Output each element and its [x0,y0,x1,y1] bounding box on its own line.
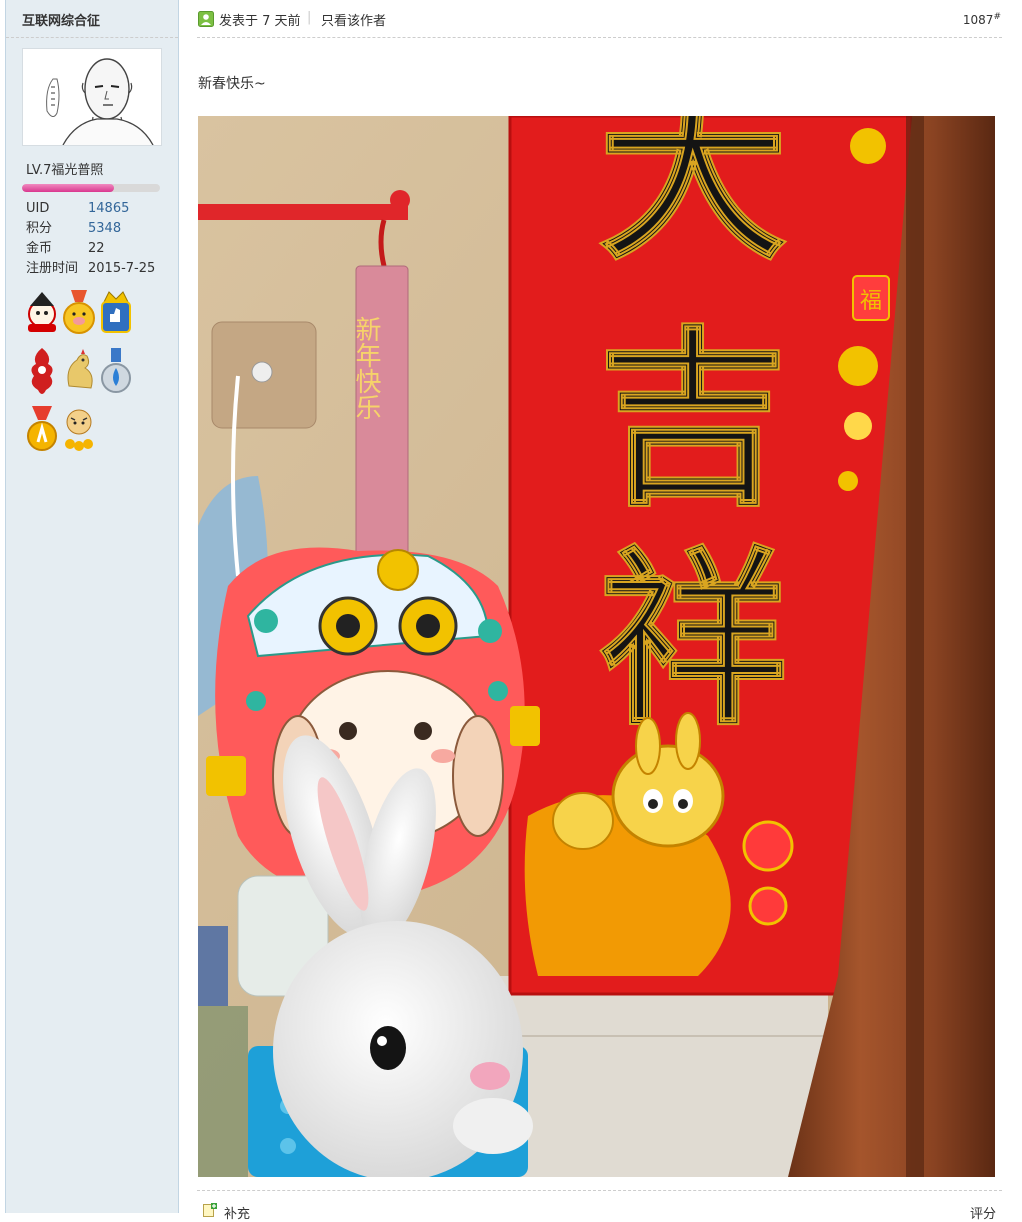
author-stats: UID 14865 积分 5348 金币 22 注册时间 2015-7-25 [26,199,176,279]
floor-mark: # [993,12,1001,22]
golden-pig-medal-icon[interactable] [61,288,97,340]
new-year-rabbit-photo: 大 吉 祥 福 新年快乐 [198,116,995,1177]
crown-like-medal-icon[interactable] [98,288,134,340]
floor-number[interactable]: 1087# [963,12,1001,27]
floor-number-value: 1087 [962,13,994,27]
medal-list [24,288,144,462]
red-dragon-medal-icon[interactable] [24,346,60,398]
couplet-char-2: 吉 [598,308,788,531]
avatar-sketch-icon [23,49,161,146]
post-header: 发表于 7 天前 | 只看该作者 1087# [197,0,1002,38]
fortune-boy-medal-icon[interactable] [24,288,60,340]
stat-row-points: 积分 5348 [26,219,176,239]
stat-value: 22 [88,241,105,256]
level-progress-bar [22,184,160,192]
user-online-icon [198,11,214,27]
avatar[interactable] [22,48,162,146]
sidebar-divider [6,37,178,38]
stat-value[interactable]: 14865 [88,199,129,219]
post-footer: 补充 评分 [197,1190,1002,1222]
author-sidebar: 互联网综合征 LV.7福光普照 UID 14865 积分 5348 金币 22 … [5,0,179,1213]
post-time: 发表于 7 天前 [219,14,301,29]
stat-row-uid: UID 14865 [26,199,176,219]
stat-value[interactable]: 5348 [88,219,121,239]
stat-label: 积分 [26,221,53,236]
level-progress-fill [22,184,115,192]
post-image[interactable]: 大 吉 祥 福 新年快乐 [198,116,995,1177]
couplet-char-1: 大 [598,116,788,286]
gold-medal-icon[interactable] [24,404,60,456]
golden-rooster-medal-icon[interactable] [61,346,97,398]
author-name[interactable]: 互联网综合征 [22,10,100,29]
separator: | [307,10,312,25]
stat-row-register-date: 注册时间 2015-7-25 [26,259,176,279]
hanging-tag-text: 新年快乐 [351,316,381,420]
user-level[interactable]: LV.7福光普照 [26,159,103,178]
post-content-text: 新春快乐~ [198,76,266,92]
stat-value: 2015-7-25 [88,261,156,276]
tiger-medal-icon[interactable] [61,404,97,456]
stat-label: UID [26,201,50,216]
view-author-only-link[interactable]: 只看该作者 [321,10,386,29]
fu-character: 福 [860,289,882,314]
add-note-icon [203,1203,217,1217]
stat-row-coins: 金币 22 [26,239,176,259]
stat-label: 金币 [26,241,53,256]
stat-label: 注册时间 [26,261,79,276]
water-drop-medal-icon[interactable] [98,346,134,398]
